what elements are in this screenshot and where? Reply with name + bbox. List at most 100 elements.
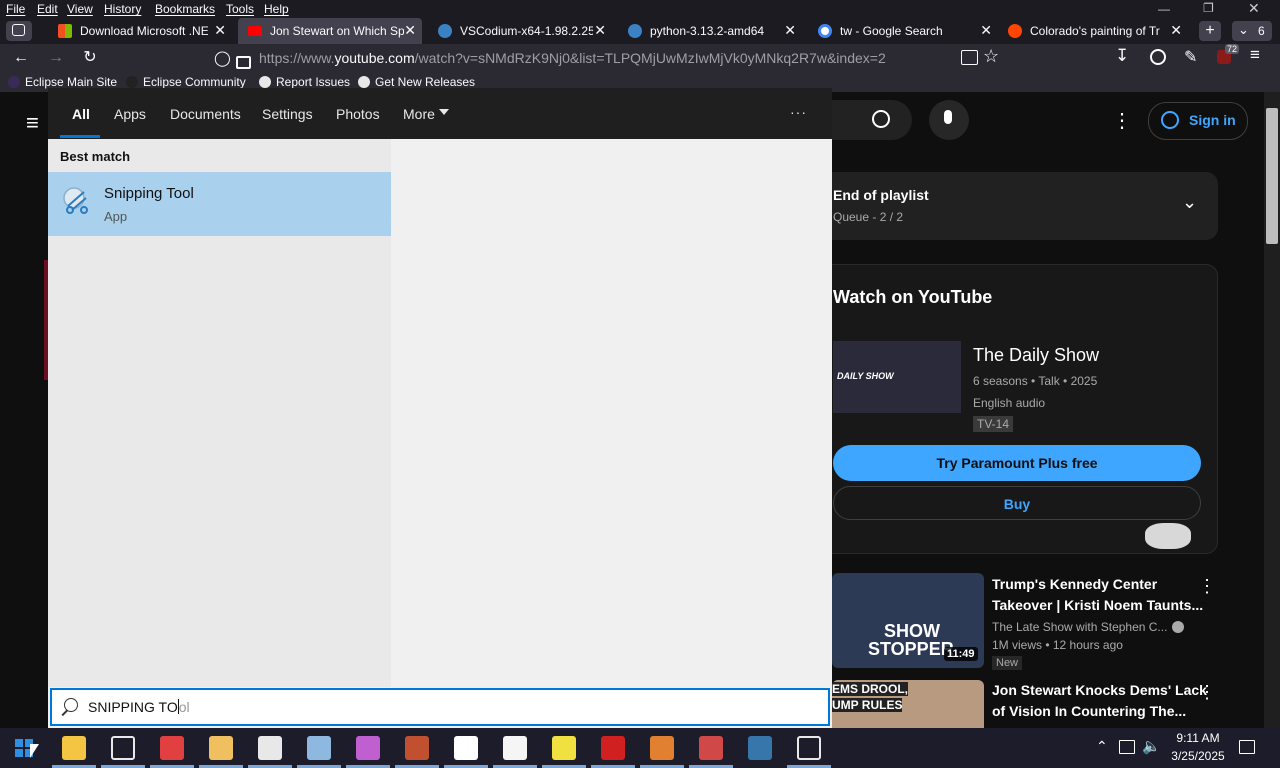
crab-icon[interactable]: [699, 736, 723, 760]
minimize-icon[interactable]: —: [1158, 2, 1170, 16]
bookmark-eclipse-community[interactable]: Eclipse Community: [126, 75, 246, 89]
close-tab-icon[interactable]: ✕: [784, 22, 796, 39]
chevron-down-icon[interactable]: ⌄: [1182, 192, 1197, 213]
sign-in-label: Sign in: [1189, 112, 1236, 128]
menu-file[interactable]: File: [6, 2, 25, 16]
notification-center-icon[interactable]: [1239, 740, 1255, 754]
close-tab-icon[interactable]: ✕: [594, 22, 606, 39]
youtube-search-button[interactable]: [832, 100, 912, 140]
bookmark-report-issues[interactable]: Report Issues: [259, 75, 350, 89]
new-tab-button[interactable]: +: [1199, 21, 1221, 41]
filter-documents[interactable]: Documents: [170, 106, 241, 122]
menu-edit[interactable]: Edit: [37, 2, 58, 16]
video-thumbnail[interactable]: EMS DROOL, UMP RULES: [832, 680, 984, 728]
restore-icon[interactable]: ❐: [1203, 1, 1214, 15]
settings-gear-icon[interactable]: [111, 736, 135, 760]
tab-google[interactable]: tw - Google Search ✕: [808, 18, 998, 44]
filter-settings[interactable]: Settings: [262, 106, 313, 122]
show-hidden-icons-icon[interactable]: ⌃: [1096, 738, 1108, 755]
filter-more[interactable]: More: [403, 106, 435, 122]
file-explorer-icon[interactable]: [62, 736, 86, 760]
video-menu-icon[interactable]: ⋮: [1198, 682, 1216, 703]
best-match-label: Best match: [60, 149, 131, 164]
video-channel[interactable]: The Late Show with Stephen C...: [992, 620, 1167, 634]
more-options-icon[interactable]: ⋮: [1112, 108, 1132, 133]
youtube-menu-icon[interactable]: ≡: [26, 110, 39, 136]
tab-python[interactable]: python-3.13.2-amd64 ✕: [618, 18, 802, 44]
taskbar-date[interactable]: 3/25/2025: [1164, 749, 1232, 763]
video-title-line[interactable]: Takeover | Kristi Noem Taunts...: [992, 597, 1203, 613]
tab-youtube[interactable]: Jon Stewart on Which Spe ✕: [238, 18, 422, 44]
spongebob-icon[interactable]: [552, 736, 576, 760]
filter-photos[interactable]: Photos: [336, 106, 380, 122]
media-player-icon[interactable]: [209, 736, 233, 760]
network-icon[interactable]: [1119, 740, 1135, 754]
close-tab-icon[interactable]: ✕: [404, 22, 416, 39]
tab-reddit[interactable]: Colorado's painting of Tr ✕: [998, 18, 1188, 44]
video-menu-icon[interactable]: ⋮: [1198, 576, 1216, 597]
hamburger-menu-icon[interactable]: ≡: [1250, 45, 1260, 65]
reload-icon[interactable]: ↻: [79, 48, 101, 68]
try-paramount-button[interactable]: Try Paramount Plus free: [833, 445, 1201, 481]
bookmark-get-releases[interactable]: Get New Releases: [358, 75, 475, 89]
url-text[interactable]: https://www.youtube.com/watch?v=sNMdRzK9…: [259, 50, 886, 66]
tab-dotnet[interactable]: Download Microsoft .NET ✕: [48, 18, 232, 44]
menu-bookmarks[interactable]: Bookmarks: [155, 2, 215, 16]
purple-app-icon[interactable]: [356, 736, 380, 760]
app-red-icon[interactable]: [160, 736, 184, 760]
notepad-icon[interactable]: [307, 736, 331, 760]
snoopy-icon[interactable]: [503, 736, 527, 760]
list-all-tabs-button[interactable]: ⌄ 6: [1232, 21, 1272, 41]
hat-app-icon[interactable]: [405, 736, 429, 760]
close-tab-icon[interactable]: ✕: [214, 22, 226, 39]
lock-icon[interactable]: [236, 56, 251, 69]
show-title[interactable]: The Daily Show: [973, 345, 1099, 366]
close-tab-icon[interactable]: ✕: [1170, 22, 1182, 39]
tab-vscodium[interactable]: VSCodium-x64-1.98.2.250 ✕: [428, 18, 612, 44]
taskbar-time[interactable]: 9:11 AM: [1168, 731, 1228, 745]
buy-button[interactable]: Buy: [833, 486, 1201, 520]
extensions-icon[interactable]: ✎: [1184, 47, 1197, 67]
filter-apps[interactable]: Apps: [114, 106, 146, 122]
volume-muted-icon[interactable]: 🔈: [1142, 737, 1161, 755]
tab-label: Download Microsoft .NET: [80, 24, 208, 38]
python-icon[interactable]: [748, 736, 772, 760]
caret-down-icon[interactable]: [439, 109, 449, 115]
voice-search-button[interactable]: [929, 100, 969, 140]
search-icon-handle: [61, 709, 68, 716]
forward-arrow-icon[interactable]: →: [45, 48, 67, 68]
filter-all[interactable]: All: [72, 106, 90, 122]
account-icon[interactable]: [1150, 49, 1166, 65]
video-title-line[interactable]: Jon Stewart Knocks Dems' Lack: [992, 682, 1207, 698]
video-title-line[interactable]: of Vision In Countering The...: [992, 703, 1186, 719]
video-thumbnail[interactable]: SHOW STOPPER 11:49: [832, 573, 984, 668]
close-tab-icon[interactable]: ✕: [980, 22, 992, 39]
close-window-icon[interactable]: ✕: [1248, 0, 1260, 17]
hotdog-icon[interactable]: [650, 736, 674, 760]
download-icon[interactable]: ↧: [1115, 46, 1129, 66]
shield-icon[interactable]: ◯: [214, 49, 231, 67]
video-title-line[interactable]: Trump's Kennedy Center: [992, 576, 1157, 592]
red-ball-icon[interactable]: [601, 736, 625, 760]
playlist-panel[interactable]: End of playlist Queue - 2 / 2 ⌄: [818, 172, 1218, 240]
bookmark-eclipse-main[interactable]: Eclipse Main Site: [8, 75, 117, 89]
result-snipping-tool[interactable]: Snipping Tool App: [48, 172, 391, 236]
paw-app-icon[interactable]: [454, 736, 478, 760]
reader-view-icon[interactable]: [961, 50, 978, 65]
sign-in-button[interactable]: Sign in: [1148, 102, 1248, 140]
address-bar[interactable]: ◯ https://www.youtube.com/watch?v=sNMdRz…: [206, 46, 1006, 70]
menu-history[interactable]: History: [104, 2, 141, 16]
github-icon: [358, 76, 370, 88]
bird-icon[interactable]: [797, 736, 821, 760]
daily-show-thumbnail[interactable]: DAILY SHOW: [833, 341, 961, 413]
menu-view[interactable]: View: [67, 2, 93, 16]
menu-help[interactable]: Help: [264, 2, 289, 16]
bookmark-star-icon[interactable]: ☆: [983, 46, 999, 67]
tab-overview-button[interactable]: [6, 21, 32, 41]
page-scrollbar-thumb[interactable]: [1266, 108, 1278, 244]
7zip-icon[interactable]: [258, 736, 282, 760]
back-arrow-icon[interactable]: ←: [10, 48, 32, 68]
menu-tools[interactable]: Tools: [226, 2, 254, 16]
more-options-icon[interactable]: ···: [790, 104, 807, 120]
search-box[interactable]: SNIPPING TOol: [50, 688, 830, 726]
